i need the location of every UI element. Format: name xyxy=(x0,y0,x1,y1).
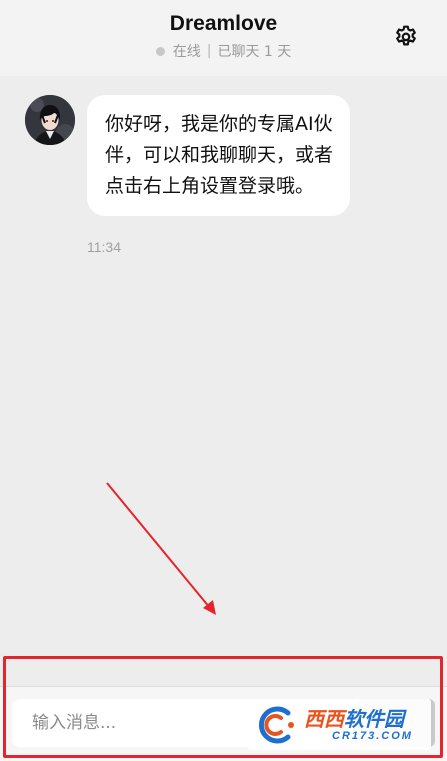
status-divider: | xyxy=(206,43,212,59)
message-bubble[interactable]: 你好呀，我是你的专属AI伙伴，可以和我聊聊天，或者点击右上角设置登录哦。 xyxy=(87,95,350,216)
watermark: 西西软件园 CR173.COM xyxy=(248,699,431,750)
status-row: 在线 | 已聊天 1 天 xyxy=(0,41,447,61)
chat-header: Dreamlove 在线 | 已聊天 1 天 xyxy=(0,0,447,76)
watermark-domain: CR173.COM xyxy=(332,729,413,742)
settings-button[interactable] xyxy=(391,22,421,52)
online-status-text: 在线 xyxy=(172,44,201,60)
online-status-dot xyxy=(155,46,165,56)
message-list[interactable]: 你好呀，我是你的专属AI伙伴，可以和我聊聊天，或者点击右上角设置登录哦。 11:… xyxy=(0,76,447,656)
watermark-text-1: 西西 xyxy=(304,706,344,731)
chat-title: Dreamlove xyxy=(169,12,278,35)
watermark-text-2: 软件园 xyxy=(344,706,404,731)
watermark-logo-icon xyxy=(258,706,294,743)
avatar-anime-boy-icon xyxy=(25,95,75,145)
gear-icon[interactable] xyxy=(393,24,419,50)
ai-avatar[interactable] xyxy=(25,95,75,145)
chat-days-text: 已聊天 1 天 xyxy=(217,44,292,60)
message-timestamp: 11:34 xyxy=(87,239,121,255)
